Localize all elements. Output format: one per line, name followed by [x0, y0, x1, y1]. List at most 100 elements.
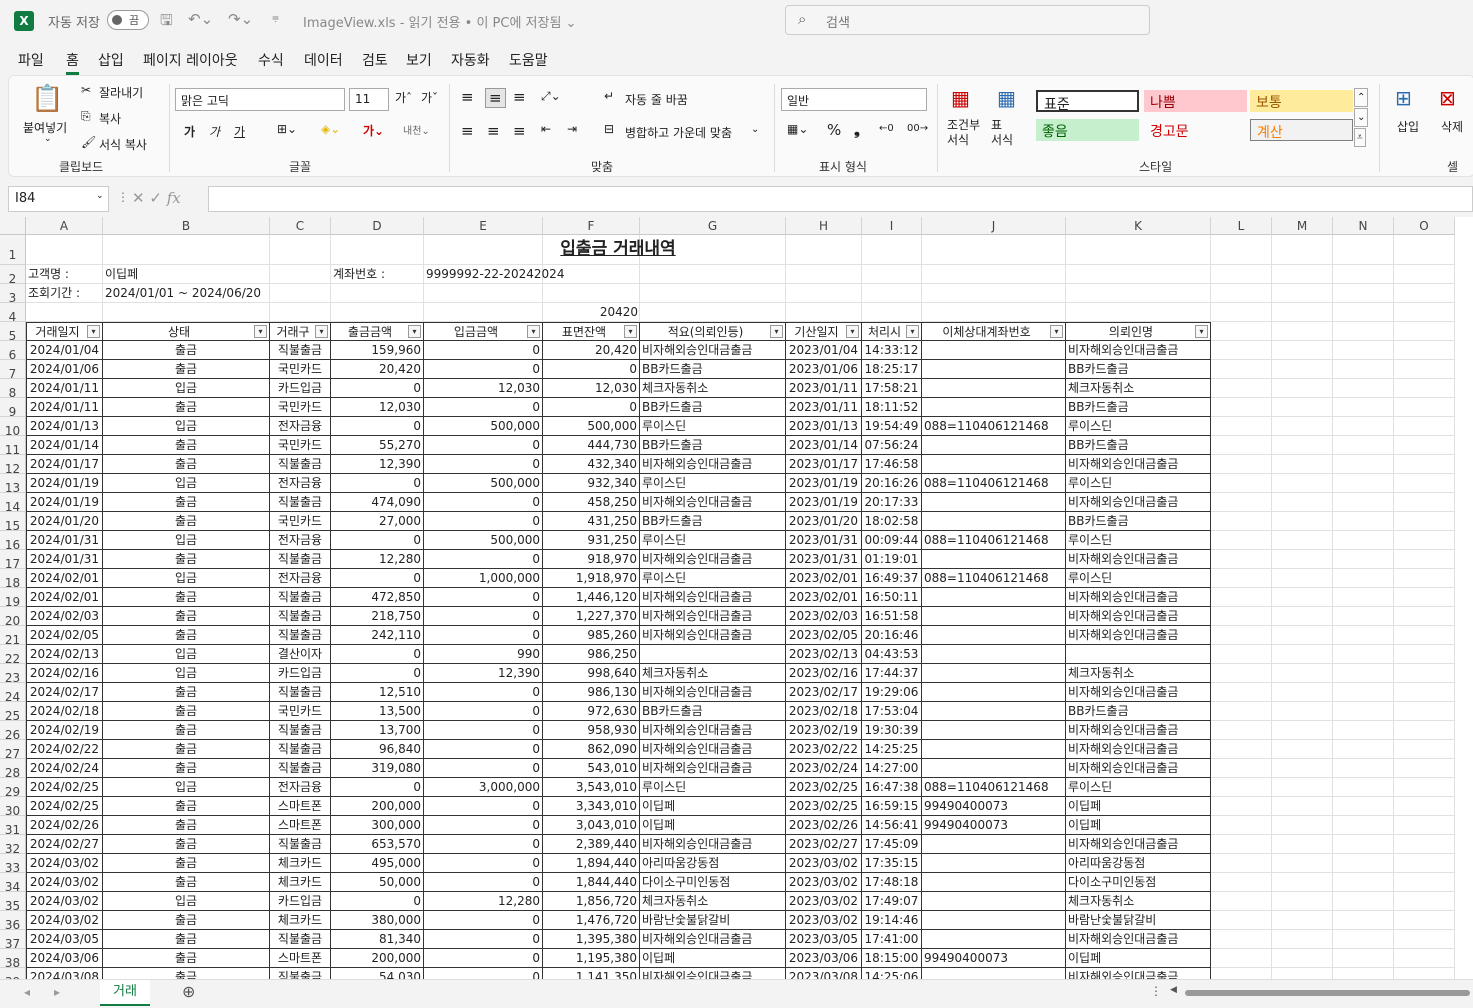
grid-cell[interactable]: [1272, 854, 1333, 873]
table-cell[interactable]: 루이스딘: [1066, 569, 1211, 588]
table-cell[interactable]: 스마트폰: [270, 816, 331, 835]
grid-cell[interactable]: [1272, 968, 1333, 979]
table-cell[interactable]: 20,420: [543, 341, 640, 360]
grid-cell[interactable]: [1333, 588, 1394, 607]
table-cell[interactable]: 0: [424, 683, 543, 702]
table-cell[interactable]: 루이스딘: [640, 531, 786, 550]
table-cell[interactable]: 218,750: [331, 607, 424, 626]
grow-font-icon[interactable]: 가ˆ: [395, 89, 412, 106]
table-cell[interactable]: 0: [424, 873, 543, 892]
table-cell[interactable]: 1,227,370: [543, 607, 640, 626]
table-cell[interactable]: 출금: [103, 588, 270, 607]
paste-icon[interactable]: 📋: [31, 84, 63, 114]
grid-cell[interactable]: [1211, 759, 1272, 778]
grid-cell[interactable]: [1394, 835, 1455, 854]
table-cell[interactable]: 431,250: [543, 512, 640, 531]
table-cell[interactable]: 비자해외승인대금출금: [1066, 588, 1211, 607]
table-cell[interactable]: 카드입금: [270, 892, 331, 911]
table-cell[interactable]: [922, 588, 1066, 607]
table-cell[interactable]: 출금: [103, 436, 270, 455]
grid-cell[interactable]: [1333, 854, 1394, 873]
table-cell[interactable]: 출금: [103, 968, 270, 979]
row-header[interactable]: 31: [0, 816, 26, 837]
filter-dropdown-icon[interactable]: ▾: [254, 325, 267, 338]
table-cell[interactable]: 비자해외승인대금출금: [1066, 930, 1211, 949]
grid-cell[interactable]: [1211, 968, 1272, 979]
name-box-dropdown-icon[interactable]: ⌄: [96, 191, 104, 201]
grid-cell[interactable]: [1394, 721, 1455, 740]
table-cell[interactable]: 12,280: [424, 892, 543, 911]
table-cell[interactable]: 19:54:49: [862, 417, 922, 436]
table-cell[interactable]: 출금: [103, 740, 270, 759]
table-cell[interactable]: 2023/02/13: [786, 645, 862, 664]
grid-cell[interactable]: [1394, 512, 1455, 531]
comma-icon[interactable]: ❟: [854, 121, 860, 139]
grid-cell[interactable]: [1394, 607, 1455, 626]
table-cell[interactable]: 바람난숯불닭갈비: [640, 911, 786, 930]
grid-cell[interactable]: [1211, 835, 1272, 854]
table-cell[interactable]: 17:41:00: [862, 930, 922, 949]
table-cell[interactable]: 2023/03/08: [786, 968, 862, 979]
table-cell[interactable]: 01:19:01: [862, 550, 922, 569]
table-cell[interactable]: 비자해외승인대금출금: [1066, 740, 1211, 759]
menu-review[interactable]: 검토: [362, 50, 388, 70]
table-cell[interactable]: 비자해외승인대금출금: [1066, 607, 1211, 626]
formula-input[interactable]: [208, 186, 1473, 212]
align-right-icon[interactable]: ≡: [513, 122, 526, 140]
table-cell[interactable]: 088=110406121468: [922, 569, 1066, 588]
insert-cells-icon[interactable]: ⊞: [1395, 86, 1412, 110]
shrink-font-icon[interactable]: 가ˇ: [421, 89, 438, 106]
table-cell[interactable]: 출금: [103, 949, 270, 968]
column-header[interactable]: K: [1066, 217, 1211, 235]
table-cell[interactable]: 0: [424, 550, 543, 569]
grid-cell[interactable]: [1333, 626, 1394, 645]
table-cell[interactable]: 18:25:17: [862, 360, 922, 379]
table-cell[interactable]: 입금: [103, 645, 270, 664]
grid-cell[interactable]: [1394, 455, 1455, 474]
row-header[interactable]: 17: [0, 550, 26, 571]
merge-center-icon[interactable]: ⊟: [604, 122, 614, 136]
increase-decimal-icon[interactable]: ←0: [879, 123, 894, 134]
table-cell[interactable]: 직불출금: [270, 683, 331, 702]
align-middle-icon[interactable]: ≡: [485, 88, 506, 108]
grid-cell[interactable]: [1272, 417, 1333, 436]
table-cell[interactable]: 12,280: [331, 550, 424, 569]
table-cell[interactable]: 비자해외승인대금출금: [1066, 493, 1211, 512]
align-left-icon[interactable]: ≡: [461, 122, 474, 140]
table-cell[interactable]: 2024/03/08: [26, 968, 103, 979]
grid-cell[interactable]: [26, 303, 103, 322]
table-cell[interactable]: 2024/03/06: [26, 949, 103, 968]
table-cell[interactable]: 1,395,380: [543, 930, 640, 949]
table-cell[interactable]: 458,250: [543, 493, 640, 512]
table-cell[interactable]: 비자해외승인대금출금: [1066, 455, 1211, 474]
table-cell[interactable]: 55,270: [331, 436, 424, 455]
align-bottom-icon[interactable]: ≡: [513, 88, 526, 106]
row-header[interactable]: 4: [0, 303, 26, 324]
table-cell[interactable]: 국민카드: [270, 702, 331, 721]
row-header[interactable]: 9: [0, 398, 26, 419]
table-cell[interactable]: 2023/01/13: [786, 417, 862, 436]
grid-cell[interactable]: [1333, 493, 1394, 512]
table-cell[interactable]: 비자해외승인대금출금: [640, 835, 786, 854]
table-cell[interactable]: 2023/02/19: [786, 721, 862, 740]
row-header[interactable]: 12: [0, 455, 26, 476]
filter-dropdown-icon[interactable]: ▾: [408, 325, 421, 338]
grid-cell[interactable]: [1333, 360, 1394, 379]
grid-cell[interactable]: [1394, 360, 1455, 379]
table-cell[interactable]: 2024/02/27: [26, 835, 103, 854]
table-cell[interactable]: 0: [331, 569, 424, 588]
grid-cell[interactable]: [1394, 968, 1455, 979]
row-header[interactable]: 8: [0, 379, 26, 400]
grid-cell[interactable]: [1211, 379, 1272, 398]
column-header[interactable]: G: [640, 217, 786, 235]
grid-cell[interactable]: [1272, 930, 1333, 949]
grid-cell[interactable]: [1272, 512, 1333, 531]
table-cell[interactable]: 출금: [103, 455, 270, 474]
table-cell[interactable]: 카드입금: [270, 379, 331, 398]
filter-dropdown-icon[interactable]: ▾: [1050, 325, 1063, 338]
column-header[interactable]: D: [331, 217, 424, 235]
table-cell[interactable]: 0: [424, 740, 543, 759]
table-cell[interactable]: 1,141,350: [543, 968, 640, 979]
grid-cell[interactable]: [1394, 303, 1455, 322]
table-cell[interactable]: 2023/01/04: [786, 341, 862, 360]
